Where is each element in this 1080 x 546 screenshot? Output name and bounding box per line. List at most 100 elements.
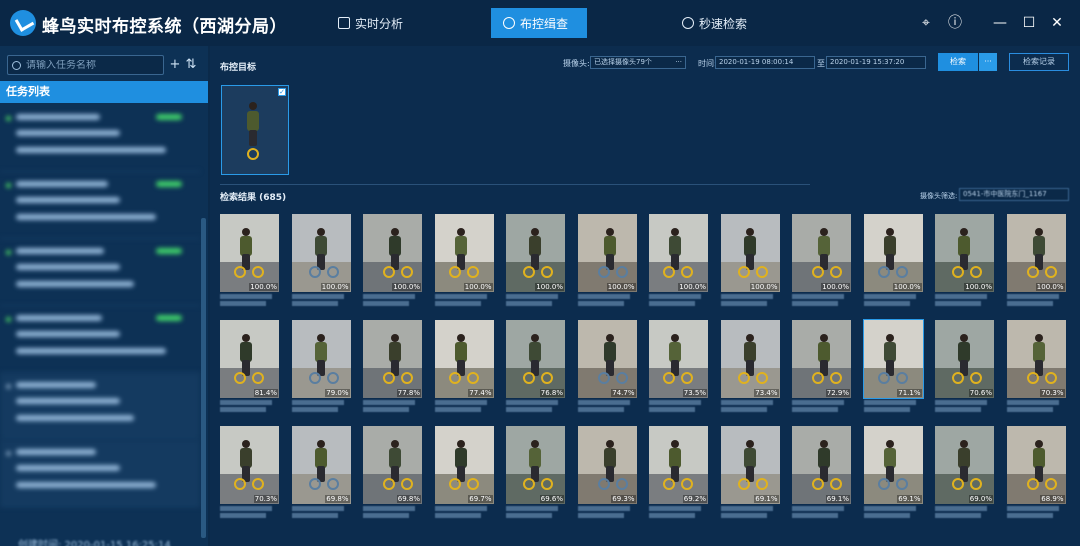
status-dot	[6, 317, 11, 322]
location-icon[interactable]: ⌖	[917, 14, 935, 32]
sort-icon[interactable]: ⇅	[184, 56, 198, 74]
person-figure	[663, 372, 675, 384]
time-label: 时间:	[698, 59, 717, 68]
person-figure	[830, 266, 842, 278]
result-caption	[577, 294, 637, 306]
person-figure	[308, 372, 321, 384]
person-figure	[958, 342, 970, 362]
result-thumbnail[interactable]: 100.0%	[863, 214, 923, 292]
person-figure	[1044, 266, 1057, 278]
result-thumbnail[interactable]: 69.2%	[649, 426, 708, 504]
task-list-item[interactable]	[0, 105, 200, 172]
result-caption	[863, 506, 923, 518]
person-figure	[745, 440, 754, 448]
result-thumbnail[interactable]: 72.9%	[792, 320, 851, 398]
similarity-score: 69.6%	[539, 495, 564, 503]
camera-filter-select[interactable]: 0541-市中医院东门_1167	[959, 188, 1069, 201]
add-icon[interactable]: +	[168, 56, 182, 74]
result-thumbnail[interactable]: 100.0%	[291, 214, 351, 292]
person-figure	[952, 478, 964, 490]
close-icon[interactable]: ✕	[1048, 14, 1066, 32]
result-thumbnail[interactable]: 100.0%	[649, 214, 708, 292]
result-thumbnail[interactable]: 69.1%	[720, 426, 780, 504]
time-to-value: 2020-01-19 15:37:20	[830, 58, 905, 66]
person-figure	[401, 478, 413, 490]
result-thumbnail[interactable]: 100.0%	[792, 214, 851, 292]
result-thumbnail[interactable]: 69.1%	[792, 426, 851, 504]
person-figure	[605, 334, 614, 342]
result-thumbnail[interactable]: 76.8%	[506, 320, 565, 398]
task-list-item[interactable]	[0, 373, 200, 440]
checkbox-icon[interactable]: ✓	[278, 88, 286, 96]
result-thumbnail[interactable]: 100.0%	[220, 214, 279, 292]
person-figure	[531, 228, 539, 236]
result-thumbnail[interactable]: 69.6%	[506, 426, 565, 504]
result-thumbnail[interactable]: 74.7%	[577, 320, 637, 398]
result-thumbnail[interactable]: 79.0%	[291, 320, 351, 398]
result-thumbnail[interactable]: 100.0%	[363, 214, 422, 292]
person-figure	[389, 342, 401, 362]
target-image[interactable]: ✓	[221, 85, 289, 175]
task-list-item[interactable]	[0, 239, 200, 306]
result-thumbnail[interactable]: 73.4%	[720, 320, 780, 398]
result-thumbnail[interactable]: 100.0%	[935, 214, 994, 292]
result-thumbnail[interactable]: 77.8%	[363, 320, 422, 398]
person-figure	[1032, 448, 1045, 468]
time-from-input[interactable]: 2020-01-19 08:00:14	[715, 56, 815, 69]
info-icon[interactable]: ⓘ	[946, 14, 964, 32]
result-thumbnail[interactable]: 73.5%	[649, 320, 708, 398]
search-more-button[interactable]: ···	[979, 53, 997, 71]
task-list-item[interactable]	[0, 440, 200, 507]
search-button[interactable]: 检索	[938, 53, 978, 71]
result-thumbnail[interactable]: 100.0%	[577, 214, 637, 292]
maximize-icon[interactable]: ☐	[1020, 14, 1038, 32]
camera-select[interactable]: 已选择摄像头79个 ···	[590, 56, 686, 69]
result-caption	[220, 294, 279, 306]
person-figure	[391, 440, 399, 448]
tab-fast-search[interactable]: 秒速检索	[670, 8, 759, 38]
search-history-button[interactable]: 检索记录	[1009, 53, 1069, 71]
result-thumbnail[interactable]: 100.0%	[506, 214, 565, 292]
result-thumbnail[interactable]: 69.0%	[935, 426, 994, 504]
result-thumbnail[interactable]: 70.3%	[1006, 320, 1066, 398]
task-list-item[interactable]	[0, 172, 200, 239]
result-thumbnail[interactable]: 100.0%	[434, 214, 494, 292]
result-caption	[363, 400, 422, 412]
result-thumbnail[interactable]: 70.6%	[935, 320, 994, 398]
person-figure	[755, 478, 768, 490]
result-thumbnail[interactable]: 77.4%	[434, 320, 494, 398]
similarity-score: 71.1%	[897, 389, 922, 397]
result-caption	[506, 400, 565, 412]
sidebar-scrollbar[interactable]	[201, 218, 206, 538]
person-figure	[603, 236, 616, 256]
result-thumbnail[interactable]: 69.8%	[363, 426, 422, 504]
result-thumbnail[interactable]: 69.1%	[863, 426, 923, 504]
person-figure	[812, 372, 824, 384]
minimize-icon[interactable]: —	[991, 14, 1009, 32]
result-thumbnail[interactable]: 81.4%	[220, 320, 279, 398]
task-list-item[interactable]	[0, 306, 200, 373]
time-to-input[interactable]: 2020-01-19 15:37:20	[826, 56, 926, 69]
result-caption	[720, 506, 780, 518]
person-figure	[883, 448, 896, 468]
task-search-input[interactable]	[26, 59, 156, 71]
person-figure	[389, 448, 401, 468]
result-thumbnail[interactable]: 71.1%	[862, 319, 924, 399]
result-thumbnail[interactable]: 69.7%	[434, 426, 494, 504]
result-thumbnail[interactable]: 100.0%	[1006, 214, 1066, 292]
result-thumbnail[interactable]: 69.3%	[577, 426, 637, 504]
similarity-score: 100.0%	[821, 283, 850, 291]
task-search-box[interactable]	[7, 55, 164, 75]
person-figure	[326, 478, 339, 490]
result-thumbnail[interactable]: 100.0%	[720, 214, 780, 292]
result-caption	[935, 506, 994, 518]
person-figure	[252, 372, 264, 384]
result-thumbnail[interactable]: 70.3%	[220, 426, 279, 504]
result-caption	[935, 294, 994, 306]
person-figure	[326, 266, 339, 278]
result-thumbnail[interactable]: 68.9%	[1006, 426, 1066, 504]
result-thumbnail[interactable]: 69.8%	[291, 426, 351, 504]
tab-surveillance[interactable]: 布控缉查	[491, 8, 587, 38]
person-figure	[531, 334, 539, 342]
tab-realtime-analysis[interactable]: 实时分析	[326, 8, 415, 38]
